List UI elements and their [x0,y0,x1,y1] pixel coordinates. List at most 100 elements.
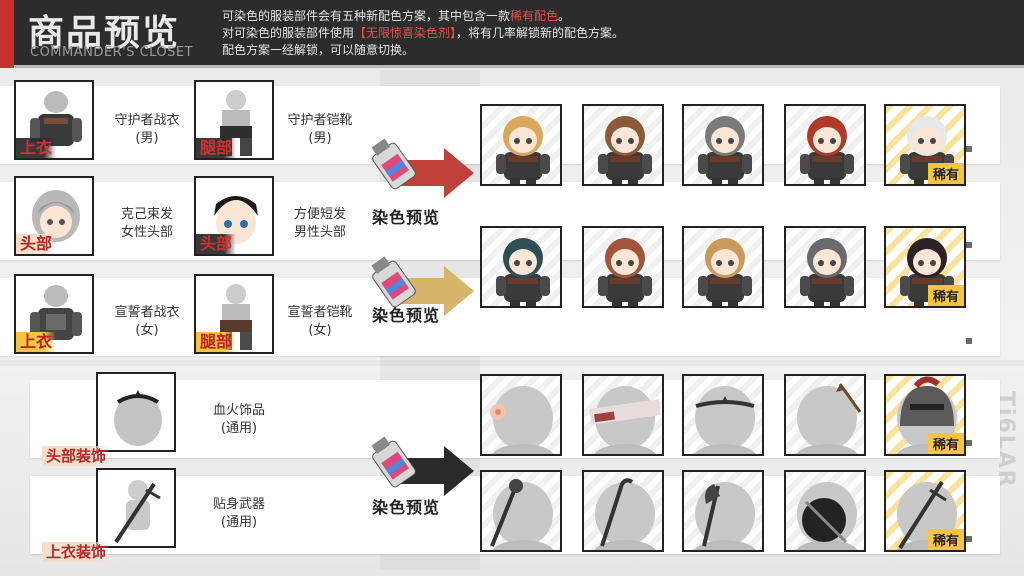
rare-badge: 稀有 [927,163,964,184]
part-name: 克己束发 女性头部 [104,206,190,242]
part-name: 守护者铠靴 (男) [280,112,360,148]
dye-preview-label: 染色预览 [372,498,441,517]
part-card-oathkeeper-boots[interactable]: 腿部 [194,274,274,354]
part-name-line: (女) [135,323,159,338]
part-name: 方便短发 男性头部 [280,206,360,242]
preview-card-3-2[interactable] [582,374,664,456]
row-marker [966,146,972,152]
part-tag: 头部 [16,234,57,254]
row-marker [966,338,972,344]
part-tag: 腿部 [196,138,237,158]
head-ornament-icon [114,390,162,446]
dye-preview-label: 染色预览 [372,306,441,325]
desc-line-1: 可染色的服装部件会有五种新配色方案，其中包含一款稀有配色。 [222,8,624,25]
chibi-character-icon [800,116,854,184]
part-name-line: 守护者战衣 [114,113,180,128]
part-card-blood-fire-ornament[interactable] [96,372,176,452]
part-name-line: 血火饰品 [212,403,265,418]
part-tag: 上衣装饰 [42,542,111,562]
desc-text: 可染色的服装部件会有五种新配色方案，其中包含一款 [222,9,511,23]
mannequin-icon [694,482,756,550]
part-tag: 头部 [196,234,237,254]
chibi-character-icon [698,116,752,184]
mannequin-icon [796,383,862,454]
part-name-line: 女性头部 [120,225,173,240]
row-marker [966,536,972,542]
page-header: 商品预览 COMMANDER'S CLOSET 可染色的服装部件会有五种新配色方… [0,0,1024,68]
preview-card-2-2[interactable] [582,226,664,308]
desc-text: ，将有几率解锁新的配色方案。 [456,26,625,40]
part-name-line: (通用) [220,515,258,530]
preview-card-4-3[interactable] [682,470,764,552]
part-name-line: (女) [308,323,332,338]
part-tag: 上衣 [16,138,57,158]
mannequin-icon [490,479,554,550]
part-tag: 上衣 [16,332,57,352]
dye-item-highlight: 【无限惊喜染色剂】 [354,26,457,40]
part-name-line: 宣誓者铠靴 [287,305,353,320]
preview-card-1-5[interactable]: 稀有 [884,104,966,186]
dye-spray-can-icon [371,138,416,190]
part-name-line: 男性头部 [293,225,346,240]
preview-card-3-5[interactable]: 稀有 [884,374,966,456]
part-name-line: (男) [135,131,159,146]
row-marker [966,242,972,248]
chibi-character-icon [496,116,550,184]
part-tag: 头部装饰 [42,446,111,466]
part-card-guardian-boots[interactable]: 腿部 [194,80,274,160]
rare-scheme-highlight: 稀有配色 [510,9,559,23]
part-card-short-hair[interactable]: 头部 [194,176,274,256]
part-name-line: 方便短发 [293,207,346,222]
part-card-restrained-hair[interactable]: 头部 [14,176,94,256]
part-name: 宣誓者铠靴 (女) [280,304,360,340]
preview-card-1-3[interactable] [682,104,764,186]
chibi-character-icon [800,238,854,306]
preview-card-2-5[interactable]: 稀有 [884,226,966,308]
part-tag: 腿部 [196,332,237,352]
sword-icon [114,480,161,544]
part-name: 守护者战衣 (男) [104,112,190,148]
header-description: 可染色的服装部件会有五种新配色方案，其中包含一款稀有配色。 对可染色的服装部件使… [222,8,624,59]
desc-line-2: 对可染色的服装部件使用【无限惊喜染色剂】，将有几率解锁新的配色方案。 [222,25,624,42]
preview-card-1-1[interactable] [480,104,562,186]
preview-card-4-2[interactable] [582,470,664,552]
preview-card-4-5[interactable]: 稀有 [884,470,966,552]
chibi-character-icon [598,238,652,306]
mannequin-icon [589,386,661,454]
mannequin-icon [594,478,656,550]
row-marker [966,440,972,446]
part-name: 贴身武器 (通用) [196,496,282,532]
part-name-line: 守护者铠靴 [287,113,353,128]
rare-badge: 稀有 [927,433,964,454]
preview-card-2-1[interactable] [480,226,562,308]
preview-card-2-3[interactable] [682,226,764,308]
part-name-line: (通用) [220,421,258,436]
mannequin-icon [694,386,756,454]
desc-text: 。 [558,9,571,23]
preview-card-4-1[interactable] [480,470,562,552]
chibi-character-icon [598,116,652,184]
preview-card-1-2[interactable] [582,104,664,186]
part-name-line: 宣誓者战衣 [114,305,180,320]
preview-card-2-4[interactable] [784,226,866,308]
part-card-guardian-top[interactable]: 上衣 [14,80,94,160]
preview-card-3-3[interactable] [682,374,764,456]
part-name: 宣誓者战衣 (女) [104,304,190,340]
preview-card-1-4[interactable] [784,104,866,186]
preview-card-4-4[interactable] [784,470,866,552]
preview-card-3-1[interactable] [480,374,562,456]
part-name-line: 贴身武器 [212,497,265,512]
part-card-body-weapon[interactable] [96,468,176,548]
part-name: 血火饰品 (通用) [196,402,282,438]
part-card-oathkeeper-top[interactable]: 上衣 [14,274,94,354]
rare-badge: 稀有 [927,285,964,306]
chibi-character-icon [496,238,550,306]
mannequin-icon [796,482,858,550]
chibi-character-icon [698,238,752,306]
preview-card-3-4[interactable] [784,374,866,456]
page-subtitle: COMMANDER'S CLOSET [30,45,194,60]
dye-preview-label: 染色预览 [372,208,441,227]
background-stripe [0,360,1024,366]
mannequin-icon [490,386,554,454]
dye-spray-can-icon [371,436,416,488]
